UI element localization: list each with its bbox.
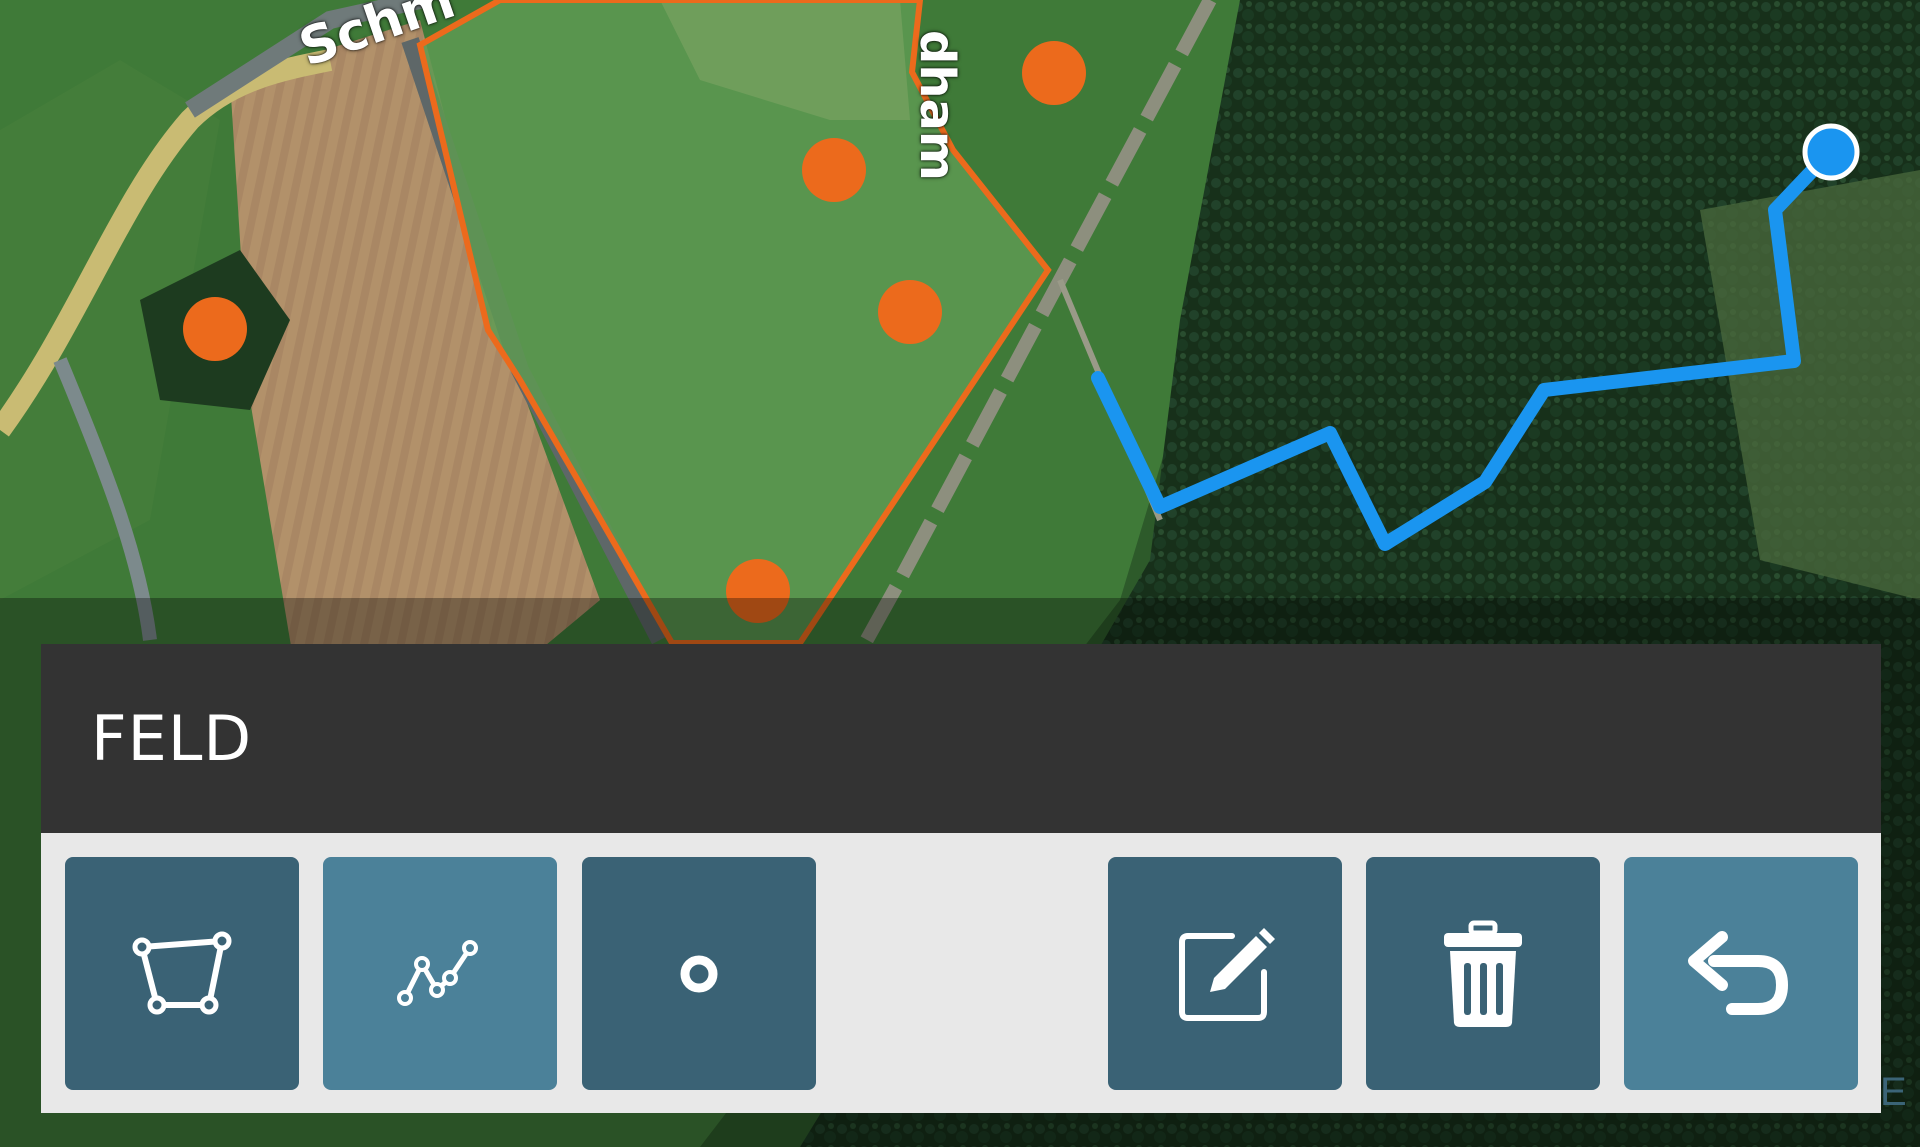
- panel-header: FELD: [41, 644, 1881, 833]
- point-marker[interactable]: [1022, 41, 1086, 105]
- panel-toolbar: [41, 833, 1881, 1113]
- draw-polygon-button[interactable]: [65, 857, 299, 1090]
- draw-line-button[interactable]: [323, 857, 557, 1090]
- point-marker[interactable]: [183, 297, 247, 361]
- route-end-marker[interactable]: [1802, 123, 1860, 181]
- delete-button[interactable]: [1366, 857, 1600, 1090]
- panel-title: FELD: [91, 702, 253, 775]
- drawing-panel: FELD: [41, 644, 1881, 1113]
- street-label: dham: [909, 30, 965, 181]
- undo-button[interactable]: [1624, 857, 1858, 1090]
- draw-point-button[interactable]: [582, 857, 816, 1090]
- corner-text: E: [1880, 1070, 1907, 1114]
- edit-button[interactable]: [1108, 857, 1342, 1090]
- point-icon: [680, 955, 718, 992]
- trash-icon: [1444, 920, 1522, 1027]
- polyline-icon: [397, 939, 478, 1006]
- undo-icon: [1688, 930, 1789, 1015]
- point-marker[interactable]: [802, 138, 866, 202]
- polygon-icon: [132, 931, 232, 1014]
- point-marker[interactable]: [878, 280, 942, 344]
- edit-icon: [1179, 927, 1275, 1021]
